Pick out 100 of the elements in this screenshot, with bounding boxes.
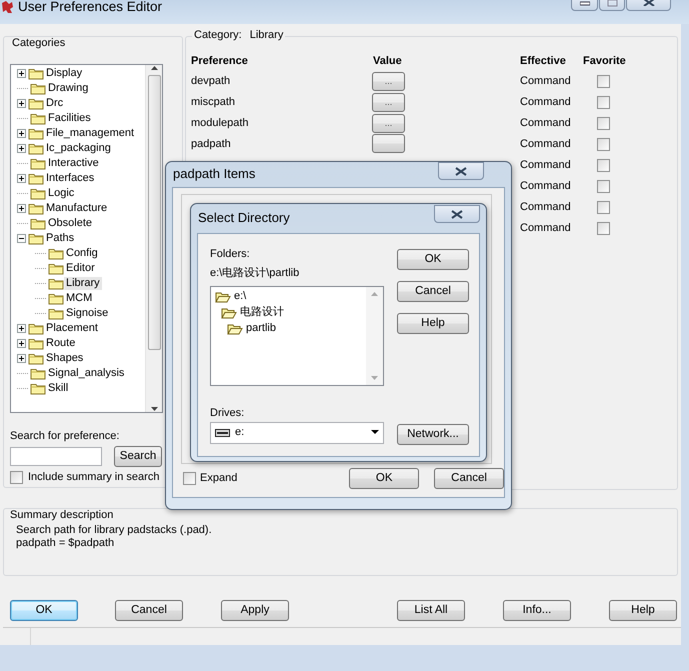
column-header: Effective: [520, 54, 566, 67]
button[interactable]: Network...: [397, 424, 469, 446]
folder-icon: [30, 367, 46, 380]
expand-icon[interactable]: [17, 339, 26, 348]
checkbox[interactable]: [597, 159, 610, 172]
drive-icon: [215, 428, 230, 438]
checkbox[interactable]: [10, 471, 23, 484]
folder-list[interactable]: e:\ 电路设计 partlib: [210, 286, 384, 386]
checkbox[interactable]: [597, 180, 610, 194]
checkbox[interactable]: [597, 138, 610, 152]
button[interactable]: Apply: [221, 600, 289, 622]
close-button[interactable]: [434, 205, 480, 223]
dropdown-arrow-icon: [371, 430, 379, 436]
folder-icon: [28, 352, 44, 366]
button[interactable]: Info...: [503, 600, 571, 622]
button[interactable]: Cancel: [397, 281, 469, 302]
collapse-icon[interactable]: [17, 234, 26, 244]
search-label: Search for preference:: [10, 430, 120, 444]
tree-item[interactable]: Obsolete: [46, 217, 94, 230]
tree-item[interactable]: Interactive: [46, 157, 101, 170]
folder-icon: [30, 187, 46, 200]
tree-item[interactable]: MCM: [64, 292, 94, 306]
expand-icon[interactable]: [17, 174, 26, 184]
column-header: Preference: [191, 54, 248, 67]
tree-item[interactable]: Manufacture: [44, 202, 110, 216]
expand-icon[interactable]: [17, 204, 26, 214]
open-folder-icon: [227, 322, 243, 336]
effective-value: Command: [520, 180, 571, 192]
expand-icon[interactable]: [17, 144, 26, 154]
checkbox[interactable]: [183, 472, 196, 486]
tree-item[interactable]: Signoise: [64, 307, 110, 320]
tree-item[interactable]: Signal_analysis: [46, 367, 126, 380]
button[interactable]: OK: [10, 600, 78, 622]
checkbox[interactable]: [597, 222, 610, 236]
checkbox[interactable]: [597, 201, 610, 214]
button[interactable]: Cancel: [434, 468, 504, 490]
folder-icon: [28, 142, 44, 156]
tree-item[interactable]: Logic: [46, 187, 76, 200]
expand-icon[interactable]: [17, 129, 26, 138]
column-header: Favorite: [583, 54, 626, 67]
tree-item[interactable]: Interfaces: [44, 172, 96, 186]
folder-item[interactable]: 电路设计: [240, 306, 284, 320]
button[interactable]: Help: [397, 313, 469, 334]
search-field[interactable]: [10, 447, 102, 466]
button[interactable]: OK: [397, 249, 469, 270]
tree-item[interactable]: Route: [44, 337, 78, 350]
checkbox-label: Expand: [200, 472, 238, 486]
expand-icon[interactable]: [17, 69, 26, 78]
folder-item[interactable]: e:\: [234, 290, 246, 304]
checkbox[interactable]: [597, 117, 610, 130]
tree-item[interactable]: Library: [64, 277, 102, 290]
effective-value: Command: [520, 201, 571, 214]
dialog-title: Select Directory: [198, 210, 290, 226]
value-button[interactable]: [372, 134, 405, 153]
tree-item[interactable]: Skill: [46, 382, 70, 396]
expand-icon[interactable]: [17, 354, 26, 364]
tree-item[interactable]: Config: [64, 247, 100, 260]
effective-value: Command: [520, 75, 571, 88]
value-button[interactable]: ...: [372, 93, 405, 112]
button[interactable]: Help: [609, 600, 677, 622]
tree-item[interactable]: Shapes: [44, 352, 86, 366]
expand-icon[interactable]: [17, 324, 26, 334]
tree-item[interactable]: Ic_packaging: [44, 142, 113, 156]
scroll-up-icon: [150, 65, 158, 72]
checkbox[interactable]: [597, 96, 610, 110]
value-button[interactable]: ...: [372, 114, 405, 134]
close-button[interactable]: [438, 162, 484, 180]
folders-label: Folders:: [210, 248, 251, 262]
folder-icon: [28, 172, 44, 186]
tree-item[interactable]: Drawing: [46, 82, 90, 96]
checkbox[interactable]: [597, 75, 610, 88]
folder-item[interactable]: partlib: [246, 322, 276, 336]
open-folder-icon: [221, 306, 237, 320]
tree-item[interactable]: Display: [44, 67, 84, 80]
button[interactable]: Cancel: [115, 600, 183, 622]
folder-icon: [28, 232, 44, 246]
expand-icon[interactable]: [17, 99, 26, 108]
tree-item[interactable]: Paths: [44, 232, 76, 246]
tree-item[interactable]: Drc: [44, 97, 66, 110]
close-icon: [451, 210, 463, 218]
button[interactable]: OK: [349, 468, 420, 490]
scrollbar[interactable]: [145, 65, 162, 412]
scroll-down-icon: [150, 406, 158, 412]
category-name: Library: [248, 29, 286, 42]
folder-icon: [48, 247, 64, 260]
close-icon: [455, 166, 467, 176]
tree-item[interactable]: File_management: [44, 127, 136, 140]
value-button[interactable]: ...: [372, 72, 405, 92]
tree-item[interactable]: Placement: [44, 322, 100, 336]
drives-dropdown[interactable]: e:: [210, 422, 384, 444]
dialog-title: padpath Items: [173, 166, 256, 182]
button[interactable]: List All: [397, 600, 465, 622]
tree-item[interactable]: Editor: [64, 262, 97, 276]
button[interactable]: Search: [114, 446, 162, 468]
folder-icon: [28, 67, 44, 80]
checkbox-label: Include summary in search: [28, 471, 160, 485]
preference-name: devpath: [191, 75, 230, 88]
category-label: Category:: [192, 29, 248, 42]
tree-item[interactable]: Facilities: [46, 112, 93, 126]
scrollbar[interactable]: [366, 286, 383, 385]
